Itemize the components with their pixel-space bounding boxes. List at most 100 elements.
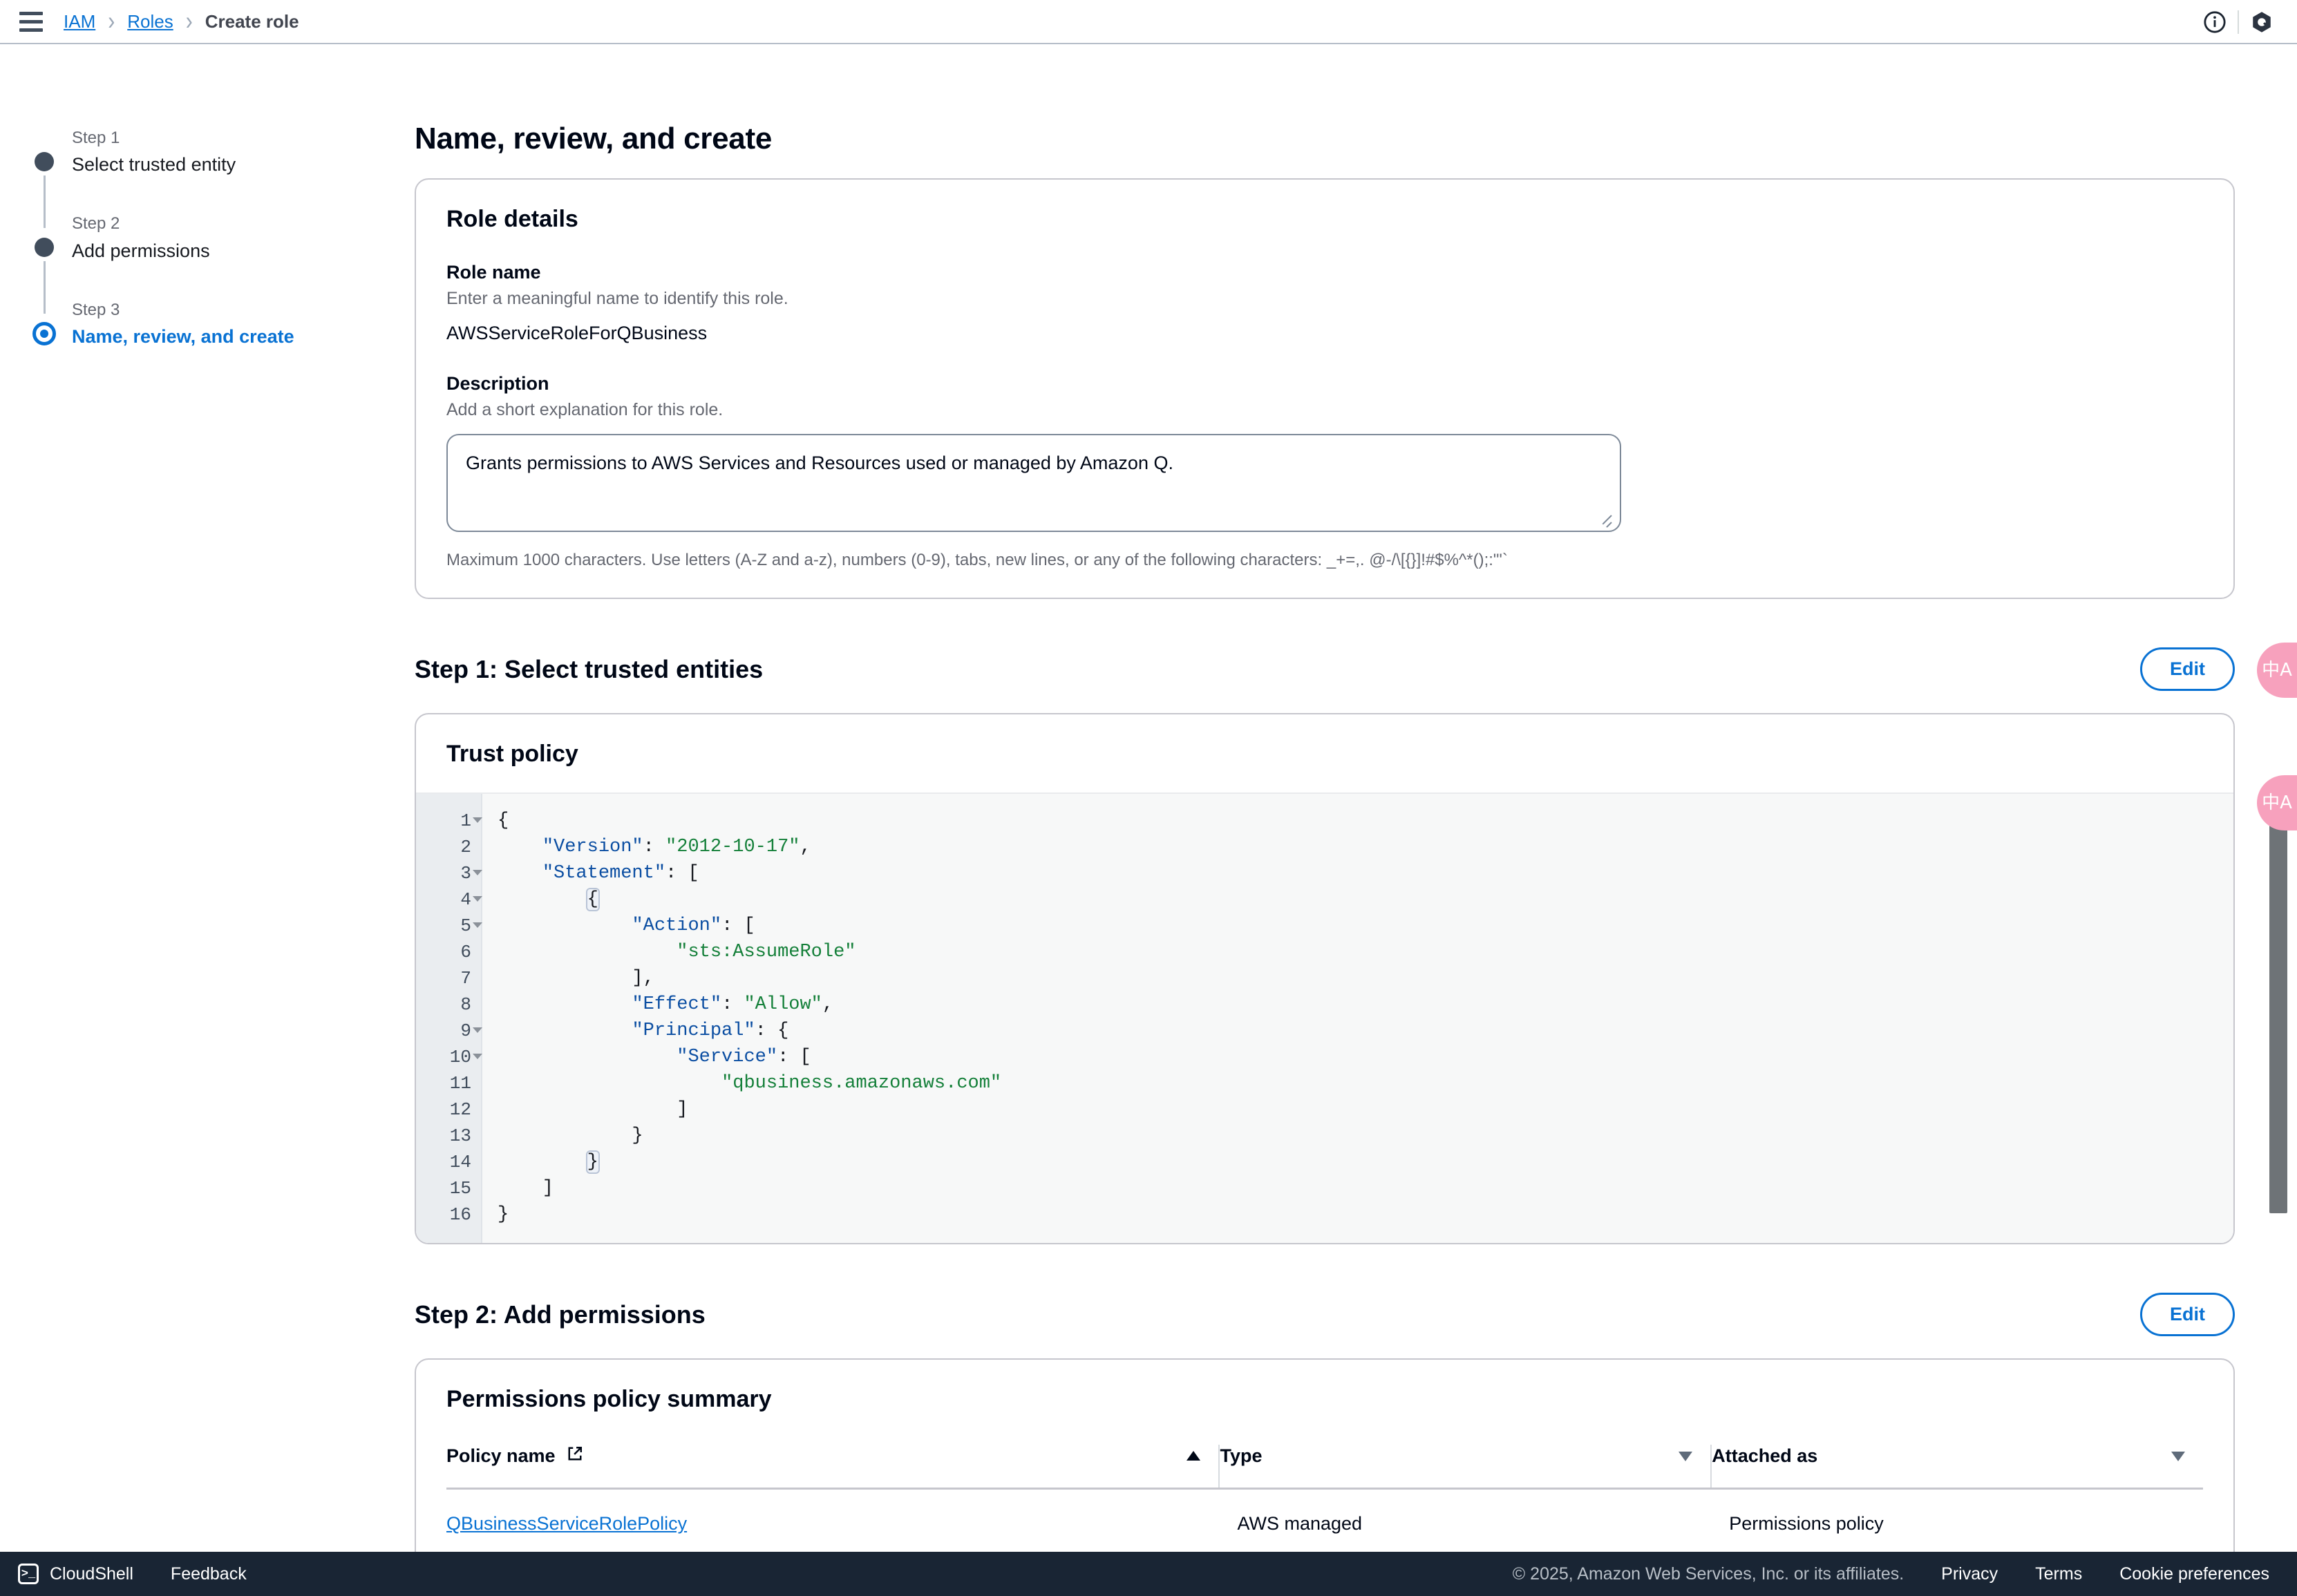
gutter-line: 10 (416, 1044, 482, 1070)
column-header-policy-name[interactable]: Policy name (446, 1445, 1219, 1489)
page-title: Name, review, and create (415, 122, 772, 155)
code-line: } (585, 1150, 600, 1174)
description-constraint: Maximum 1000 characters. Use letters (A-… (446, 551, 1508, 569)
top-bar: IAM › Roles › Create role (0, 0, 2297, 44)
breadcrumb-item-iam[interactable]: IAM (64, 11, 95, 32)
gutter-line: 7 (460, 968, 471, 989)
code-line: "Action": [ (632, 915, 755, 936)
description-hint: Add a short explanation for this role. (446, 400, 724, 419)
editor-gutter: 1 2 3 4 5 6 7 8 9 10 11 12 13 14 15 16 (416, 794, 482, 1243)
code-line: } (498, 1125, 643, 1146)
cookie-preferences-link[interactable]: Cookie preferences (2119, 1564, 2269, 1584)
sort-descending-icon[interactable] (1679, 1451, 1693, 1461)
cell-type: AWS managed (1237, 1513, 1363, 1534)
fold-arrow-icon[interactable] (473, 896, 482, 902)
step-dot-icon (35, 152, 54, 171)
description-label: Description (446, 373, 549, 394)
chevron-right-icon: › (108, 6, 115, 35)
wizard-step-1[interactable]: Step 1 Select trusted entity (29, 127, 415, 228)
chevron-right-icon: › (185, 6, 193, 35)
gutter-line: 14 (449, 1152, 471, 1172)
sort-descending-icon[interactable] (2171, 1451, 2185, 1461)
step1-heading: Step 1: Select trusted entities (415, 654, 764, 683)
description-input[interactable] (446, 434, 1621, 532)
bottom-bar: >_ CloudShell Feedback © 2025, Amazon We… (0, 1552, 2297, 1596)
scrollbar-thumb[interactable] (2269, 799, 2287, 1213)
policy-name-link[interactable]: QBusinessServiceRolePolicy (446, 1513, 687, 1534)
gutter-line: 3 (416, 860, 482, 886)
cell-policy-name: QBusinessServiceRolePolicy (446, 1489, 1219, 1559)
terms-link[interactable]: Terms (2035, 1564, 2082, 1584)
privacy-link[interactable]: Privacy (1941, 1564, 1998, 1584)
cloudshell-label: CloudShell (50, 1564, 133, 1584)
edit-permissions-button[interactable]: Edit (2140, 1293, 2235, 1336)
trust-policy-editor[interactable]: 1 2 3 4 5 6 7 8 9 10 11 12 13 14 15 16 { "Version": "20… (416, 792, 2233, 1243)
role-name-hint: Enter a meaningful name to identify this… (446, 289, 788, 308)
fold-arrow-icon[interactable] (473, 1027, 482, 1033)
info-icon[interactable] (2192, 0, 2238, 44)
gutter-line: 4 (416, 886, 482, 913)
role-name-value: AWSServiceRoleForQBusiness (446, 323, 708, 343)
code-line: } (498, 1204, 509, 1225)
wizard-step-2-number: Step 2 (72, 214, 120, 234)
code-line: "Service": [ (677, 1047, 811, 1067)
feedback-button[interactable]: Feedback (171, 1564, 247, 1584)
edit-trusted-entities-button[interactable]: Edit (2140, 647, 2235, 691)
code-line: { (585, 888, 600, 911)
wizard-step-3-label: Name, review, and create (72, 325, 294, 347)
step2-section-header: Step 2: Add permissions Edit (415, 1293, 2235, 1336)
hamburger-icon[interactable] (19, 11, 43, 32)
column-header-attached-as[interactable]: Attached as (1710, 1445, 2203, 1489)
column-header-type[interactable]: Type (1218, 1445, 1712, 1489)
breadcrumb-item-roles[interactable]: Roles (127, 11, 173, 32)
wizard-step-1-label: Select trusted entity (72, 154, 236, 175)
copyright-text: © 2025, Amazon Web Services, Inc. or its… (1512, 1564, 1904, 1584)
translate-icon: 中 (2262, 660, 2280, 681)
cell-attached-as: Permissions policy (1729, 1513, 1884, 1534)
permissions-summary-title: Permissions policy summary (446, 1386, 772, 1412)
code-line: "Principal": { (632, 1020, 789, 1041)
code-line: "Effect": "Allow", (632, 994, 834, 1015)
fold-arrow-icon[interactable] (473, 922, 482, 928)
fold-arrow-icon[interactable] (473, 1054, 482, 1059)
gutter-line: 9 (416, 1018, 482, 1044)
table-header-row: Policy name Type Attached as (446, 1445, 2203, 1489)
editor-code[interactable]: { "Version": "2012-10-17", "Statement": … (482, 794, 2233, 1243)
fold-arrow-icon[interactable] (473, 870, 482, 875)
role-name-label: Role name (446, 262, 541, 283)
code-line: "Version": "2012-10-17", (542, 837, 811, 857)
role-details-card: Role details Role name Enter a meaningfu… (415, 178, 2235, 599)
code-line: ] (498, 1099, 688, 1120)
gutter-line: 11 (449, 1073, 471, 1094)
cloudshell-button[interactable]: >_ CloudShell (18, 1564, 133, 1584)
gutter-line: 6 (460, 942, 471, 962)
gutter-line: 8 (460, 994, 471, 1015)
cloudshell-icon: >_ (18, 1564, 39, 1584)
wizard-step-2-label: Add permissions (72, 240, 210, 261)
wizard-step-3[interactable]: Step 3 Name, review, and create (29, 299, 415, 350)
external-link-icon[interactable] (567, 1445, 583, 1466)
fold-arrow-icon[interactable] (473, 817, 482, 823)
permissions-policy-table: Policy name Type Attached as QBusinessSe… (446, 1445, 2203, 1558)
step2-heading: Step 2: Add permissions (415, 1300, 706, 1329)
wizard-steps: Step 1 Select trusted entity Step 2 Add … (0, 44, 415, 1552)
main-content: Name, review, and create Role details Ro… (415, 44, 2297, 1587)
breadcrumb: IAM › Roles › Create role (64, 7, 299, 35)
top-bar-actions (2192, 0, 2285, 44)
gutter-line: 13 (449, 1125, 471, 1146)
code-line: ] (498, 1178, 554, 1199)
amazon-q-icon[interactable] (2239, 0, 2285, 44)
sort-ascending-icon[interactable] (1187, 1451, 1201, 1461)
table-row: QBusinessServiceRolePolicy AWS managed P… (446, 1489, 2203, 1559)
gutter-line: 2 (460, 837, 471, 857)
wizard-step-2[interactable]: Step 2 Add permissions (29, 213, 415, 314)
trust-policy-card: Trust policy 1 2 3 4 5 6 7 8 9 10 11 12 13 14 15 16 { "… (415, 713, 2235, 1244)
role-name-field: Role name Enter a meaningful name to ide… (446, 262, 2203, 344)
column-header-type-label: Type (1220, 1445, 1263, 1466)
code-line: "qbusiness.amazonaws.com" (721, 1073, 1002, 1094)
gutter-line: 5 (416, 913, 482, 939)
gutter-line: 12 (449, 1099, 471, 1120)
breadcrumb-item-create-role: Create role (205, 10, 299, 32)
gutter-line: 16 (449, 1204, 471, 1225)
column-header-attached-as-label: Attached as (1712, 1445, 1818, 1466)
